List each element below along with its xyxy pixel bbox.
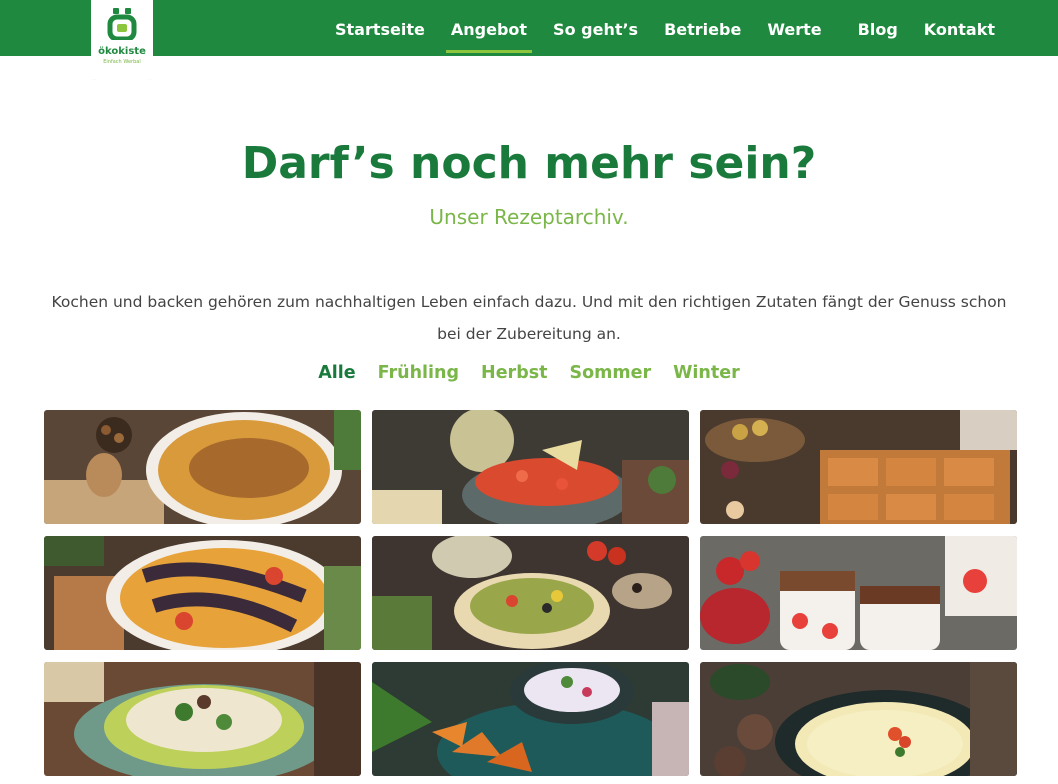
filter-fruehling[interactable]: Frühling [378,363,459,383]
intro-text: Kochen und backen gehören zum nachhaltig… [51,292,1007,343]
page-title: Darf’s noch mehr sein? [241,138,817,189]
filter-sommer[interactable]: Sommer [570,363,652,383]
filter-herbst[interactable]: Herbst [481,363,547,383]
strawberry-dessert-jars-image [700,536,1017,650]
vegetable-salad-bowl-image [372,536,689,650]
filter-alle[interactable]: Alle [318,363,355,383]
nav-item-startseite[interactable]: Startseite [322,5,438,51]
nav-item-angebot[interactable]: Angebot [438,5,540,53]
filter-winter[interactable]: Winter [673,363,740,383]
okokiste-logo-icon [107,8,137,40]
season-filter: Alle Frühling Herbst Sommer Winter [0,363,1058,383]
nav-item-betriebe[interactable]: Betriebe [651,5,754,51]
recipe-card[interactable] [372,662,689,776]
recipe-card[interactable] [372,536,689,650]
recipe-card[interactable] [700,662,1017,776]
logo-brand-text: ökokiste [98,46,146,57]
recipe-card[interactable] [44,410,361,524]
nav-item-kontakt[interactable]: Kontakt [911,5,1008,51]
recipe-card[interactable] [700,536,1017,650]
page-subtitle: Unser Rezeptarchiv. [429,205,629,229]
logo-tagline: Einfach Werbal [103,59,141,65]
recipe-card[interactable] [44,662,361,776]
nav-item-blog[interactable]: Blog [845,5,911,51]
recipe-card[interactable] [372,410,689,524]
pasta-salad-plate-image [44,662,361,776]
potato-wedges-dip-image [372,662,689,776]
okokiste-logo[interactable]: ökokiste Einfach Werbal [91,0,153,80]
nut-gratin-image [44,410,361,524]
eggplant-tart-image [44,536,361,650]
nav-item-so-gehts[interactable]: So geht’s [540,5,651,51]
recipe-card[interactable] [44,536,361,650]
nav-item-werte[interactable]: Werte [754,5,834,51]
tomato-salad-bowl-image [372,410,689,524]
sheet-cake-squares-image [700,410,1017,524]
top-navigation-bar: ökokiste Einfach Werbal Startseite Angeb… [0,0,1058,80]
cream-soup-image [700,662,1017,776]
main-navigation: Startseite Angebot So geht’s Betriebe We… [322,0,1008,56]
recipe-card[interactable] [700,410,1017,524]
recipe-grid [44,410,1017,776]
